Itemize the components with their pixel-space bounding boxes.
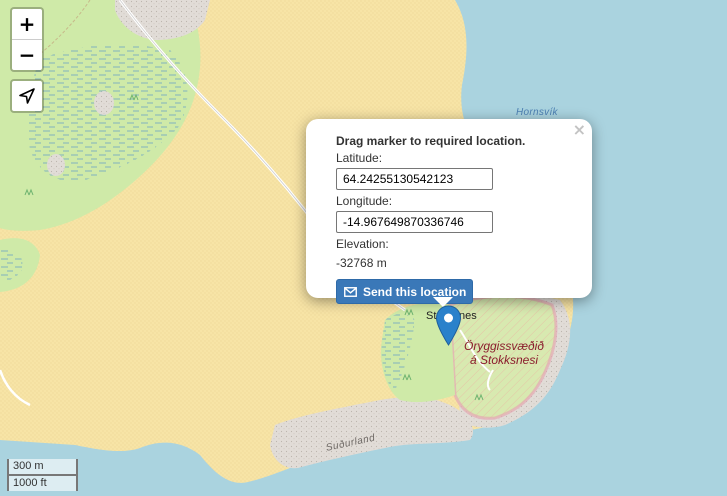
popup-close-button[interactable]: × bbox=[573, 122, 586, 138]
latitude-input[interactable] bbox=[336, 168, 493, 190]
locate-button[interactable] bbox=[10, 79, 44, 113]
scale-bar: 300 m 1000 ft bbox=[7, 459, 78, 491]
scale-imperial: 1000 ft bbox=[7, 474, 78, 491]
popup-title: Drag marker to required location. bbox=[336, 134, 526, 148]
zoom-in-button[interactable]: + bbox=[12, 9, 42, 39]
elevation-label: Elevation: bbox=[336, 237, 389, 251]
location-popup: × Drag marker to required location. Lati… bbox=[306, 119, 592, 304]
locate-arrow-icon bbox=[19, 88, 35, 104]
map-pin-icon[interactable] bbox=[435, 305, 462, 346]
map-view[interactable]: Hornsvík Stokksnes Öryggissvæðið á Stokk… bbox=[0, 0, 727, 496]
latitude-label: Latitude: bbox=[336, 151, 383, 165]
longitude-input[interactable] bbox=[336, 211, 493, 233]
zoom-out-button[interactable]: − bbox=[12, 39, 42, 70]
zoom-control: + − bbox=[10, 7, 44, 72]
elevation-value: -32768 m bbox=[336, 256, 387, 270]
envelope-icon bbox=[344, 286, 357, 297]
longitude-label: Longitude: bbox=[336, 194, 393, 208]
